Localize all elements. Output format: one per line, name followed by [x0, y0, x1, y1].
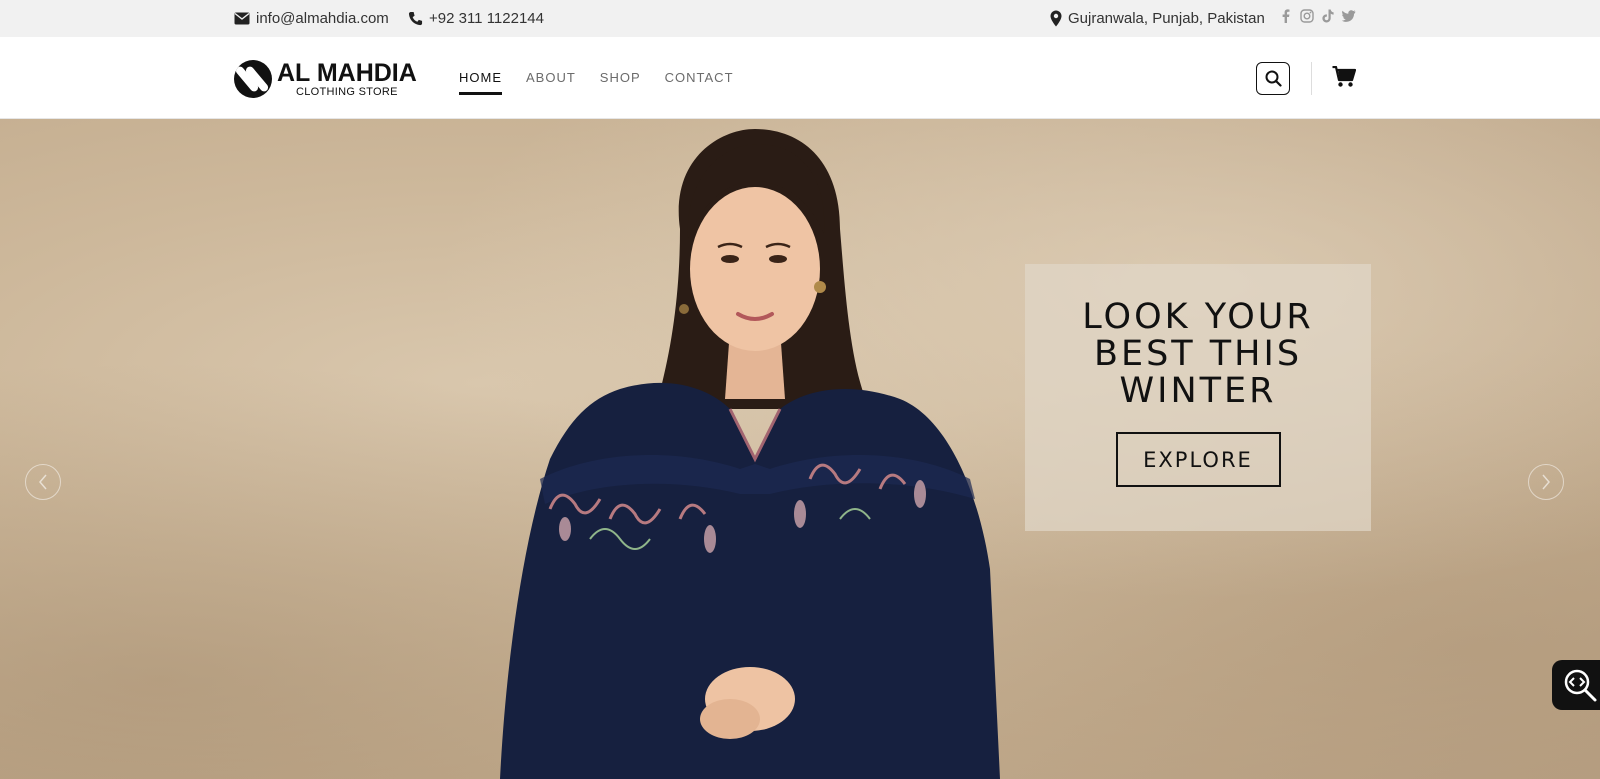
logo-title: AL MAHDIA: [277, 58, 417, 87]
top-email[interactable]: info@almahdia.com: [234, 8, 389, 28]
phone-icon: [408, 11, 423, 25]
cart-icon: [1332, 66, 1356, 87]
hero-title: LOOK YOUR BEST THIS WINTER: [1082, 297, 1314, 411]
twitter-icon[interactable]: [1342, 9, 1356, 23]
location-text: Gujranwala, Punjab, Pakistan: [1068, 9, 1265, 27]
main-nav: HOME ABOUT SHOP CONTACT: [459, 70, 758, 95]
nav-shop[interactable]: SHOP: [600, 70, 641, 95]
site-logo[interactable]: AL MAHDIA CLOTHING STORE: [234, 58, 429, 100]
nav-contact[interactable]: CONTACT: [665, 70, 734, 95]
slider-next-button[interactable]: [1528, 464, 1564, 500]
instagram-icon[interactable]: [1300, 9, 1314, 23]
nav-about[interactable]: ABOUT: [526, 70, 576, 95]
promo-box: LOOK YOUR BEST THIS WINTER EXPLORE: [1025, 264, 1371, 531]
email-text[interactable]: info@almahdia.com: [256, 10, 389, 27]
code-search-icon: [1564, 669, 1597, 702]
chevron-left-icon: [39, 474, 47, 490]
main-header: AL MAHDIA CLOTHING STORE HOME ABOUT SHOP…: [0, 37, 1600, 119]
phone-text[interactable]: +92 311 1122144: [429, 10, 544, 27]
logo-subtitle: CLOTHING STORE: [296, 85, 398, 98]
header-divider: [1311, 62, 1312, 95]
cart-button[interactable]: [1331, 64, 1357, 90]
top-phone[interactable]: +92 311 1122144: [408, 8, 544, 28]
top-bar: info@almahdia.com +92 311 1122144 Gujran…: [0, 0, 1600, 37]
facebook-icon[interactable]: [1279, 9, 1293, 23]
slider-prev-button[interactable]: [25, 464, 61, 500]
hero-slider: LOOK YOUR BEST THIS WINTER EXPLORE: [0, 119, 1600, 779]
logo-mark-icon: [234, 60, 272, 98]
social-links: [1279, 9, 1356, 23]
search-button[interactable]: [1256, 62, 1290, 95]
tiktok-icon[interactable]: [1321, 9, 1335, 23]
map-pin-icon: [1050, 10, 1062, 26]
top-location: Gujranwala, Punjab, Pakistan: [1050, 8, 1265, 28]
explore-button[interactable]: EXPLORE: [1115, 432, 1281, 487]
search-icon: [1265, 70, 1282, 87]
nav-home[interactable]: HOME: [459, 70, 502, 95]
floating-widget-button[interactable]: [1552, 660, 1600, 710]
logo-text: AL MAHDIA CLOTHING STORE: [277, 58, 417, 98]
hero-model-image: [500, 129, 1000, 779]
envelope-icon: [234, 12, 250, 24]
chevron-right-icon: [1542, 474, 1550, 490]
